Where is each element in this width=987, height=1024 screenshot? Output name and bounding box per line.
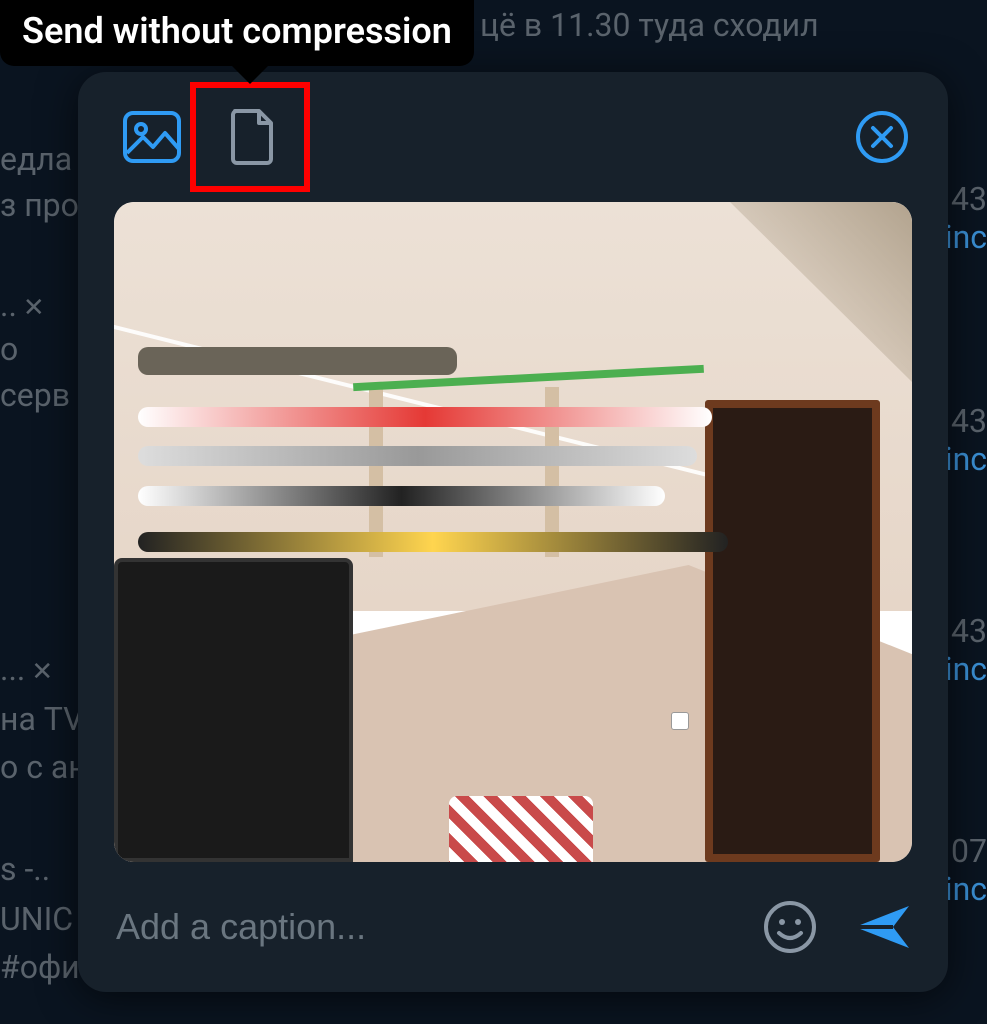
bg-timestamp: 43 — [945, 180, 987, 218]
attached-image-preview[interactable] — [114, 202, 912, 862]
media-send-modal — [78, 72, 948, 992]
send-icon — [853, 902, 911, 952]
close-button[interactable] — [846, 101, 918, 173]
bg-chat-fragment: #офи — [0, 948, 80, 986]
bg-chat-fragment: s -.. — [0, 850, 50, 888]
bg-timestamp: 07 — [945, 832, 987, 870]
bg-chat-fragment: з про — [0, 186, 79, 224]
close-icon — [855, 110, 909, 164]
modal-footer — [78, 862, 948, 992]
muted-icon: ✕ — [31, 657, 53, 687]
bg-link-fragment: inc — [945, 870, 987, 908]
bg-chat-line: цё в 11.30 туда сходил — [480, 6, 819, 44]
bg-link-fragment: inc — [945, 218, 987, 256]
caption-input[interactable] — [116, 897, 734, 957]
tooltip-send-without-compression: Send without compression — [0, 0, 474, 66]
bg-link-fragment: inc — [945, 440, 987, 478]
emoji-button[interactable] — [754, 891, 826, 963]
file-icon — [229, 109, 275, 165]
bg-timestamp: 43 — [945, 612, 987, 650]
bg-chat-fragment: ...✕ — [0, 650, 53, 688]
emoji-icon — [763, 900, 817, 954]
bg-chat-fragment: на TV — [0, 700, 84, 738]
photo-content — [114, 202, 912, 862]
bg-timestamp: 43 — [945, 402, 987, 440]
bg-chat-fragment: ..✕ — [0, 286, 45, 324]
photo-icon — [123, 111, 181, 163]
muted-icon: ✕ — [23, 293, 45, 323]
bg-chat-fragment: серв — [0, 376, 70, 414]
send-button[interactable] — [846, 891, 918, 963]
bg-link-fragment: inc — [945, 650, 987, 688]
bg-chat-fragment: о — [0, 330, 18, 368]
send-as-file-button[interactable] — [216, 101, 288, 173]
send-as-photo-button[interactable] — [116, 101, 188, 173]
bg-chat-fragment: UNIC — [0, 900, 73, 938]
bg-chat-fragment: едла — [0, 140, 72, 178]
modal-header — [78, 72, 948, 202]
bg-chat-fragment: о с ан — [0, 748, 87, 786]
